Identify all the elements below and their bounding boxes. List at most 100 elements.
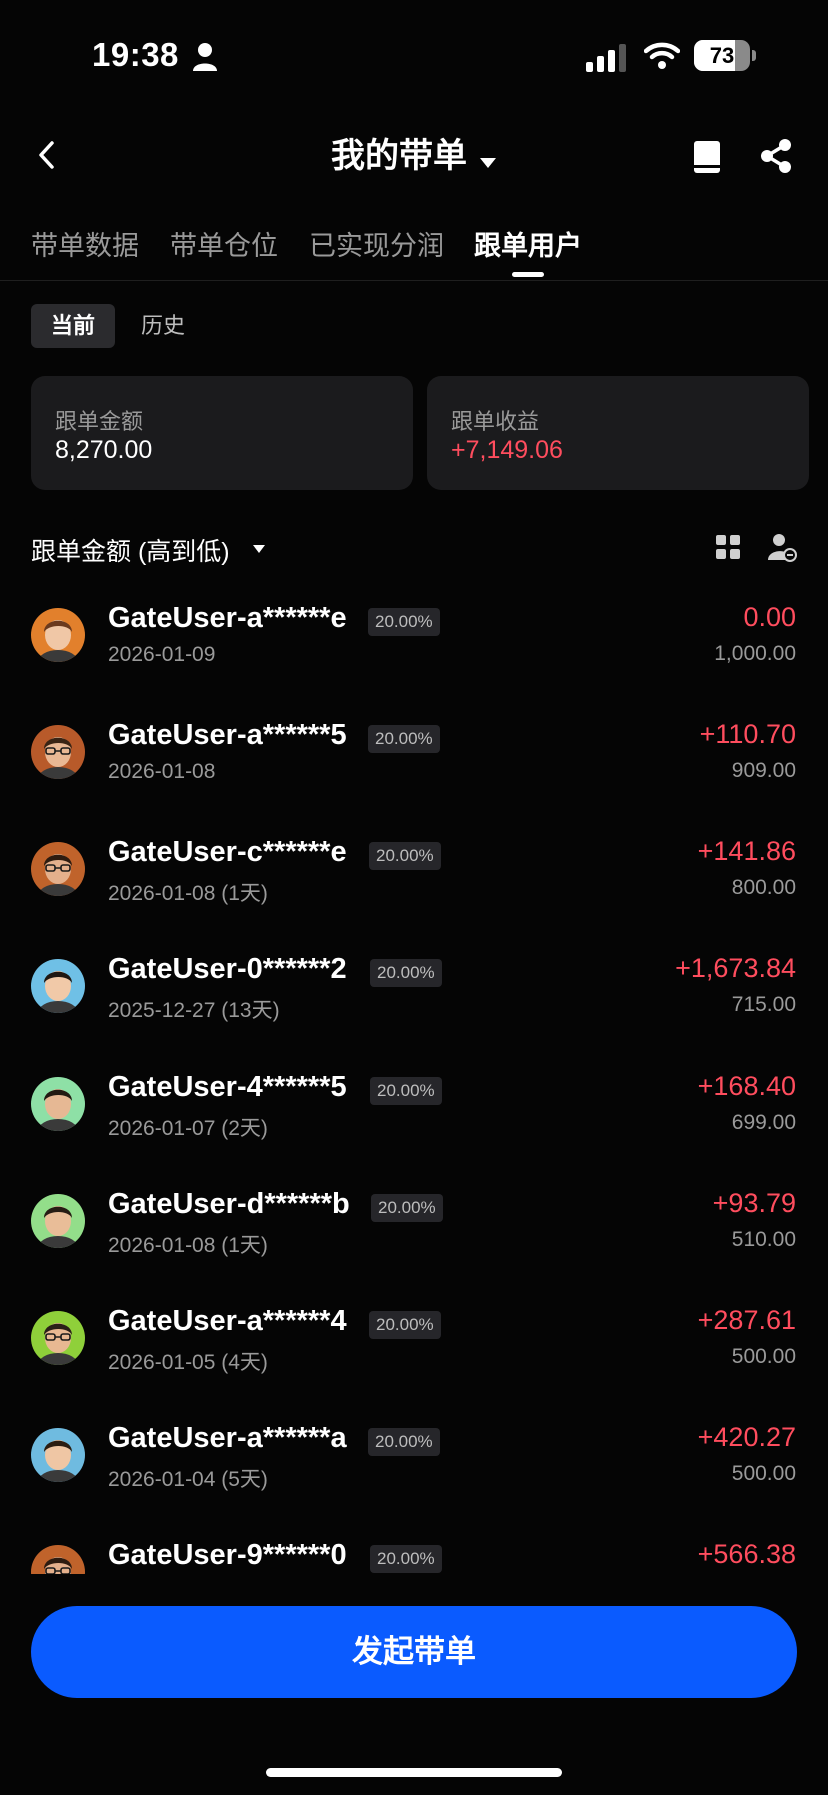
- follow-date: 2026-01-04 (5天): [108, 1468, 268, 1491]
- user-name: GateUser-9******0: [108, 1539, 347, 1571]
- home-indicator: [266, 1768, 562, 1777]
- wifi-icon: [644, 42, 680, 69]
- navigation-bar: 我的带单: [0, 120, 828, 192]
- avatar-portrait-icon: [31, 1077, 85, 1131]
- list-item[interactable]: GateUser-a******a 20.00% 2026-01-04 (5天) +4…: [0, 1400, 828, 1517]
- sort-row: 跟单金额 (高到低): [31, 526, 801, 570]
- sort-dropdown[interactable]: 跟单金额 (高到低): [31, 532, 230, 568]
- chevron-down-icon: [480, 157, 496, 168]
- person-icon: [193, 43, 217, 71]
- share-ratio-badge: 20.00%: [368, 608, 440, 636]
- user-management-icon[interactable]: [767, 532, 797, 562]
- follow-date: 2026-01-08 (1天): [108, 1234, 268, 1257]
- user-name: GateUser-a******4: [108, 1305, 347, 1337]
- follow-amount-value: 8,270.00: [55, 436, 153, 464]
- user-name: GateUser-a******e: [108, 602, 347, 634]
- back-icon[interactable]: [30, 136, 66, 174]
- follow-amount: 909.00: [731, 759, 796, 782]
- follow-amount: 500.00: [731, 1462, 796, 1485]
- user-name: GateUser-d******b: [108, 1188, 350, 1220]
- status-bar: 19:38 73: [0, 0, 828, 110]
- share-ratio-badge: 20.00%: [371, 1194, 443, 1222]
- share-icon[interactable]: [760, 138, 792, 174]
- avatar: [31, 725, 85, 779]
- follow-profit: +287.61: [697, 1305, 796, 1335]
- follow-profit: 0.00: [743, 602, 796, 632]
- follow-amount: 715.00: [731, 993, 796, 1016]
- follow-profit: +110.70: [699, 719, 796, 749]
- follow-amount: 510.00: [731, 1228, 796, 1251]
- follow-amount-card: 跟单金额 8,270.00: [31, 376, 413, 490]
- follow-date: 2026-01-07 (2天): [108, 1117, 268, 1140]
- active-tab-indicator: [512, 272, 544, 277]
- list-item[interactable]: GateUser-0******2 20.00% 2025-12-27 (13天) +…: [0, 931, 828, 1048]
- avatar-portrait-icon: [31, 725, 85, 779]
- follow-profit-value: +7,149.06: [451, 436, 563, 464]
- avatar: [31, 959, 85, 1013]
- share-ratio-badge: 20.00%: [368, 725, 440, 753]
- follow-date: 2026-01-09: [108, 643, 216, 666]
- start-lead-button-label: 发起带单: [352, 1634, 476, 1669]
- follow-amount: 699.00: [731, 1111, 796, 1134]
- share-ratio-badge: 20.00%: [369, 842, 441, 870]
- user-name: GateUser-a******a: [108, 1422, 347, 1454]
- segment-history[interactable]: 历史: [131, 304, 195, 348]
- page-title: 我的带单: [331, 137, 467, 175]
- book-icon[interactable]: [693, 140, 721, 174]
- follow-amount: 1,000.00: [714, 642, 796, 665]
- avatar: [31, 1311, 85, 1365]
- avatar-portrait-icon: [31, 1311, 85, 1365]
- list-item[interactable]: GateUser-a******5 20.00% 2026-01-08 +110.70…: [0, 697, 828, 814]
- list-item[interactable]: GateUser-9******0 20.00% +566.38: [0, 1517, 828, 1574]
- chevron-down-icon: [253, 545, 265, 553]
- list-item[interactable]: GateUser-a******e 20.00% 2026-01-09 0.00 1,0…: [0, 580, 828, 697]
- avatar-portrait-icon: [31, 959, 85, 1013]
- avatar: [31, 1194, 85, 1248]
- battery-body: 73: [694, 40, 750, 71]
- follow-date: 2025-12-27 (13天): [108, 999, 280, 1022]
- follow-profit: +141.86: [697, 836, 796, 866]
- user-name: GateUser-a******5: [108, 719, 347, 751]
- avatar-portrait-icon: [31, 1428, 85, 1482]
- avatar: [31, 1545, 85, 1574]
- share-ratio-badge: 20.00%: [369, 1311, 441, 1339]
- cellular-signal-icon: [586, 44, 626, 72]
- share-ratio-badge: 20.00%: [370, 1545, 442, 1573]
- user-name: GateUser-4******5: [108, 1071, 347, 1103]
- battery-indicator: 73: [694, 40, 756, 71]
- start-lead-button[interactable]: 发起带单: [31, 1606, 797, 1698]
- list-item[interactable]: GateUser-4******5 20.00% 2026-01-07 (2天) +1…: [0, 1049, 828, 1166]
- tab-lead-data[interactable]: 带单数据: [31, 224, 139, 263]
- follow-profit: +420.27: [697, 1422, 796, 1452]
- tab-bar: 带单数据 带单仓位 已实现分润 跟单用户: [0, 220, 828, 281]
- avatar-portrait-icon: [31, 1545, 85, 1574]
- list-item[interactable]: GateUser-a******4 20.00% 2026-01-05 (4天) +2…: [0, 1283, 828, 1400]
- share-ratio-badge: 20.00%: [370, 1077, 442, 1105]
- follow-profit: +168.40: [697, 1071, 796, 1101]
- follow-profit-card: 跟单收益 +7,149.06: [427, 376, 809, 490]
- status-time: 19:38: [92, 36, 179, 73]
- follow-date: 2026-01-05 (4天): [108, 1351, 268, 1374]
- list-item[interactable]: GateUser-d******b 20.00% 2026-01-08 (1天) +9…: [0, 1166, 828, 1283]
- follow-profit: +93.79: [712, 1188, 796, 1218]
- follow-date: 2026-01-08 (1天): [108, 882, 268, 905]
- segment-current[interactable]: 当前: [31, 304, 115, 348]
- tab-lead-positions[interactable]: 带单仓位: [170, 224, 278, 263]
- follow-amount-label: 跟单金额: [55, 409, 144, 434]
- user-name: GateUser-0******2: [108, 953, 347, 985]
- avatar-portrait-icon: [31, 842, 85, 896]
- tab-realized-profit-share[interactable]: 已实现分润: [309, 224, 444, 263]
- follower-list: GateUser-a******e 20.00% 2026-01-09 0.00 1,0…: [0, 580, 828, 1574]
- avatar-portrait-icon: [31, 608, 85, 662]
- avatar: [31, 842, 85, 896]
- avatar: [31, 1077, 85, 1131]
- battery-level: 73: [709, 43, 735, 68]
- follow-amount: 500.00: [731, 1345, 796, 1368]
- follow-profit-label: 跟单收益: [451, 409, 540, 434]
- follow-profit: +566.38: [697, 1539, 796, 1569]
- avatar: [31, 608, 85, 662]
- grid-view-icon[interactable]: [715, 534, 741, 560]
- follow-amount: 800.00: [731, 876, 796, 899]
- tab-followers[interactable]: 跟单用户: [474, 224, 582, 263]
- list-item[interactable]: GateUser-c******e 20.00% 2026-01-08 (1天) +1…: [0, 814, 828, 931]
